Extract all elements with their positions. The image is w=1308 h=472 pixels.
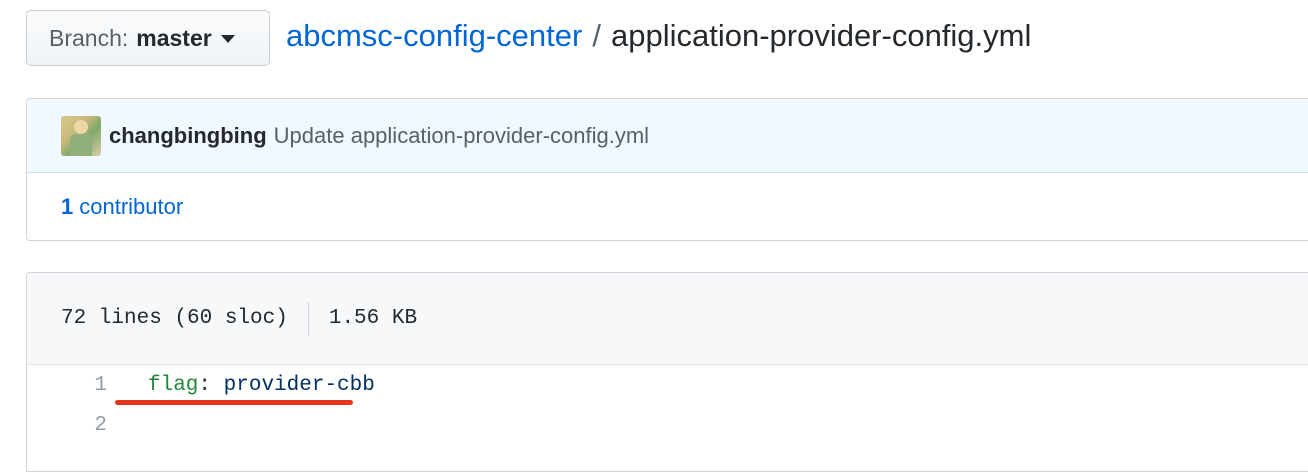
line-number[interactable]: 2 [27, 414, 107, 437]
contributor-count: 1 [61, 194, 74, 219]
commit-message-link[interactable]: Update application-provider-config.yml [274, 123, 649, 149]
branch-select-button[interactable]: Branch: master [26, 10, 270, 66]
code-line: 1 flag: provider-cbb [27, 365, 1308, 405]
latest-commit-row: changbingbing Update application-provide… [27, 99, 1308, 173]
chevron-down-icon [220, 35, 235, 43]
contributor-label: contributor [79, 194, 184, 219]
file-line-count: 72 lines (60 sloc) [61, 307, 288, 330]
yaml-value: provider-cbb [223, 373, 375, 397]
code-content: flag: provider-cbb [148, 374, 375, 397]
file-name-title: application-provider-config.yml [610, 18, 1032, 53]
yaml-colon: : [198, 373, 212, 397]
file-size: 1.56 KB [328, 307, 418, 330]
avatar[interactable] [61, 115, 101, 156]
breadcrumb-separator: / [592, 18, 601, 53]
file-info-header: 72 lines (60 sloc) 1.56 KB [27, 273, 1308, 365]
branch-name: master [136, 24, 212, 51]
file-content-box: 72 lines (60 sloc) 1.56 KB 1 flag: provi… [26, 272, 1308, 472]
breadcrumb: abcmsc-config-center / application-provi… [286, 18, 1031, 54]
commit-info-box: changbingbing Update application-provide… [26, 98, 1308, 241]
yaml-key: flag [148, 373, 199, 397]
commit-author-link[interactable]: changbingbing [109, 123, 267, 149]
repo-link[interactable]: abcmsc-config-center [286, 18, 582, 54]
code-line: 2 [27, 405, 1308, 445]
file-info-divider [307, 301, 309, 336]
contributors-link[interactable]: 1 contributor [27, 173, 1308, 240]
line-number[interactable]: 1 [27, 374, 107, 397]
file-nav-bar: Branch: master abcmsc-config-center / ap… [0, 0, 1308, 80]
annotation-underline [115, 400, 353, 405]
branch-prefix-label: Branch: [49, 24, 129, 51]
